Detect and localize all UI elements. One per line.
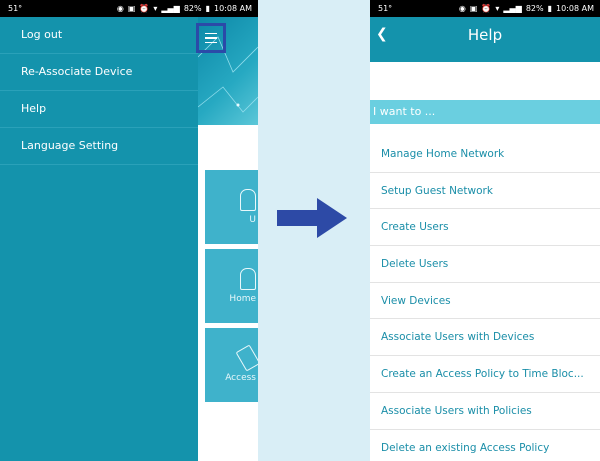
help-item-delete-access-policy[interactable]: Delete an existing Access Policy: [370, 430, 600, 461]
drawer-item-logout[interactable]: Log out: [0, 17, 198, 54]
hamburger-menu-icon[interactable]: [196, 23, 226, 53]
help-item-view-devices[interactable]: View Devices: [370, 283, 600, 320]
help-header: ❮ Help: [370, 17, 600, 62]
tile-label: Home: [229, 294, 256, 304]
alarm-icon: ⏰: [139, 4, 150, 13]
help-item-create-access-policy[interactable]: Create an Access Policy to Time Bloc...: [370, 356, 600, 393]
navigation-drawer: Log out Re-Associate Device Help Languag…: [0, 17, 198, 461]
help-item-associate-users-policies[interactable]: Associate Users with Policies: [370, 393, 600, 430]
status-bar: 51° ◉ ▣ ⏰ ▾ ▂▄▆ 82% ▮ 10:08 AM: [370, 0, 600, 17]
help-item-associate-users-devices[interactable]: Associate Users with Devices: [370, 319, 600, 357]
section-header: I want to ...: [370, 100, 600, 124]
left-phone-screen: 51° ◉ ▣ ⏰ ▾ ▂▄▆ 82% ▮ 10:08 AM U Home Ac…: [0, 0, 258, 461]
user-icon: [240, 189, 256, 211]
home-user-icon: [240, 268, 256, 290]
tile-label: Access: [225, 373, 256, 383]
nfc-icon: ▣: [469, 4, 478, 13]
status-icons: ◉ ▣ ⏰ ▾ ▂▄▆ 82% ▮ 10:08 AM: [117, 0, 252, 17]
help-item-setup-guest-network[interactable]: Setup Guest Network: [370, 173, 600, 210]
tile-users[interactable]: U: [205, 170, 258, 244]
right-phone-screen: 51° ◉ ▣ ⏰ ▾ ▂▄▆ 82% ▮ 10:08 AM ❮ Help I …: [370, 0, 600, 461]
status-bar: 51° ◉ ▣ ⏰ ▾ ▂▄▆ 82% ▮ 10:08 AM: [0, 0, 258, 17]
signal-icon: ▂▄▆: [161, 4, 180, 13]
battery-percent: 82%: [525, 4, 544, 13]
bluetooth-icon: ◉: [116, 4, 124, 13]
status-temp: 51°: [378, 4, 393, 13]
help-item-manage-home-network[interactable]: Manage Home Network: [370, 136, 600, 173]
clock: 10:08 AM: [214, 4, 252, 13]
battery-percent: 82%: [183, 4, 202, 13]
status-temp: 51°: [8, 4, 23, 13]
battery-icon: ▮: [547, 4, 553, 13]
help-item-create-users[interactable]: Create Users: [370, 209, 600, 247]
tile-label: U: [249, 215, 256, 225]
clock: 10:08 AM: [556, 4, 594, 13]
help-item-delete-users[interactable]: Delete Users: [370, 246, 600, 283]
drawer-item-help[interactable]: Help: [0, 91, 198, 128]
access-icon: [235, 344, 258, 372]
signal-icon: ▂▄▆: [503, 4, 522, 13]
alarm-icon: ⏰: [481, 4, 492, 13]
status-icons: ◉ ▣ ⏰ ▾ ▂▄▆ 82% ▮ 10:08 AM: [459, 0, 594, 17]
wifi-icon: ▾: [153, 4, 158, 13]
drawer-item-language-setting[interactable]: Language Setting: [0, 128, 198, 165]
tile-access[interactable]: Access: [205, 328, 258, 402]
drawer-item-reassociate-device[interactable]: Re-Associate Device: [0, 54, 198, 91]
nfc-icon: ▣: [127, 4, 136, 13]
wifi-icon: ▾: [495, 4, 500, 13]
tile-home[interactable]: Home: [205, 249, 258, 323]
right-arrow-icon: [277, 198, 347, 238]
help-topic-list: Manage Home Network Setup Guest Network …: [370, 136, 600, 461]
bluetooth-icon: ◉: [458, 4, 466, 13]
battery-icon: ▮: [205, 4, 211, 13]
page-title: Help: [467, 26, 503, 44]
